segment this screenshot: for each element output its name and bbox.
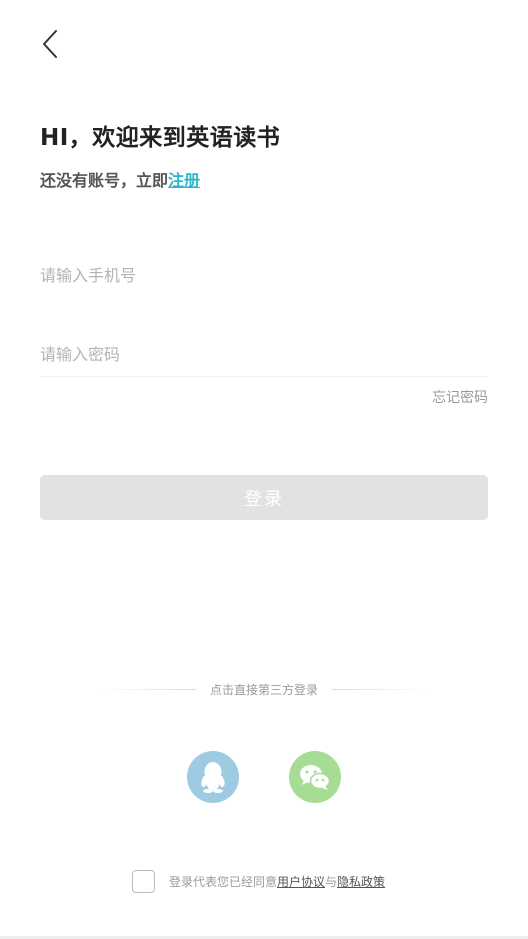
register-prompt-text: 还没有账号，立即: [40, 171, 169, 190]
qq-login-button[interactable]: [187, 751, 239, 803]
register-link[interactable]: 注册: [168, 171, 200, 190]
third-party-divider: 点击直接第三方登录: [100, 680, 429, 698]
privacy-policy-link[interactable]: 隐私政策: [337, 875, 385, 889]
user-agreement-link[interactable]: 用户协议: [277, 875, 325, 889]
wechat-login-button[interactable]: [289, 751, 341, 803]
login-button[interactable]: 登录: [40, 475, 488, 520]
divider-line-left: [100, 688, 196, 690]
welcome-title: HI，欢迎来到英语读书: [40, 125, 281, 151]
agreement-prefix: 登录代表您已经同意: [169, 875, 278, 889]
back-button[interactable]: [30, 24, 70, 64]
agreement-row: 登录代表您已经同意用户协议与隐私政策: [132, 870, 385, 893]
agreement-checkbox[interactable]: [132, 870, 155, 893]
third-party-label: 点击直接第三方登录: [210, 682, 319, 697]
divider-line-right: [332, 688, 429, 690]
chevron-left-icon: [43, 30, 57, 58]
qq-icon: [201, 762, 225, 793]
phone-input[interactable]: [40, 254, 488, 298]
forgot-password-link[interactable]: 忘记密码: [432, 387, 488, 407]
wechat-icon: [300, 765, 331, 790]
agreement-text: 登录代表您已经同意用户协议与隐私政策: [169, 873, 385, 890]
register-prompt: 还没有账号，立即注册: [40, 167, 200, 191]
agreement-separator: 与: [325, 875, 338, 889]
password-input[interactable]: [40, 333, 488, 377]
